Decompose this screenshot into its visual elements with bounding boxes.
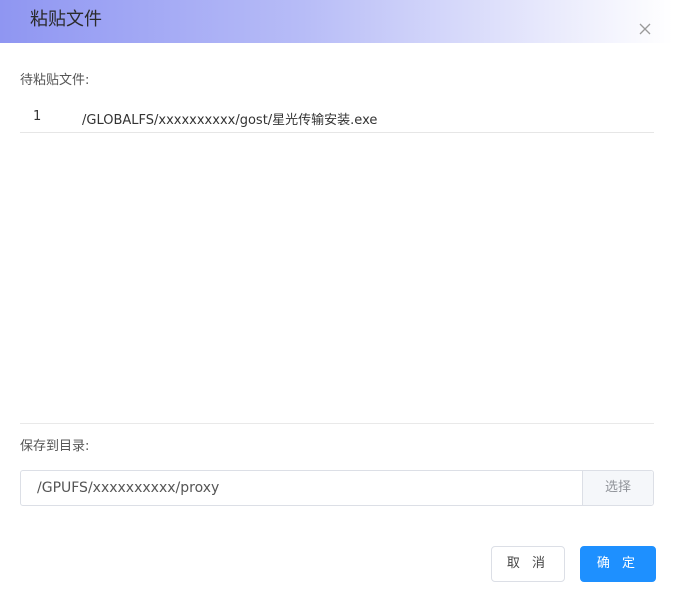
file-path: /GLOBALFS/xxxxxxxxxx/gost/星光传输安装.exe bbox=[82, 113, 378, 128]
file-index: 1 bbox=[33, 109, 42, 124]
save-to-label: 保存到目录: bbox=[20, 439, 90, 454]
paste-files-dialog: 粘贴文件 待粘贴文件: 1 /GLOBALFS/xxxxxxxxxx/gost/… bbox=[0, 0, 673, 601]
save-path-group: 选择 bbox=[20, 470, 654, 506]
close-icon bbox=[639, 23, 651, 35]
paste-files-label: 待粘贴文件: bbox=[20, 73, 90, 88]
table-row: 1 /GLOBALFS/xxxxxxxxxx/gost/星光传输安装.exe bbox=[20, 102, 654, 133]
dialog-title: 粘贴文件 bbox=[30, 9, 102, 30]
cancel-button[interactable]: 取 消 bbox=[491, 546, 565, 582]
dialog-header: 粘贴文件 bbox=[0, 0, 673, 43]
section-divider bbox=[20, 423, 654, 424]
save-path-input[interactable] bbox=[21, 471, 597, 505]
select-directory-button[interactable]: 选择 bbox=[582, 471, 653, 505]
confirm-button[interactable]: 确 定 bbox=[580, 546, 656, 582]
close-button[interactable] bbox=[636, 20, 654, 38]
